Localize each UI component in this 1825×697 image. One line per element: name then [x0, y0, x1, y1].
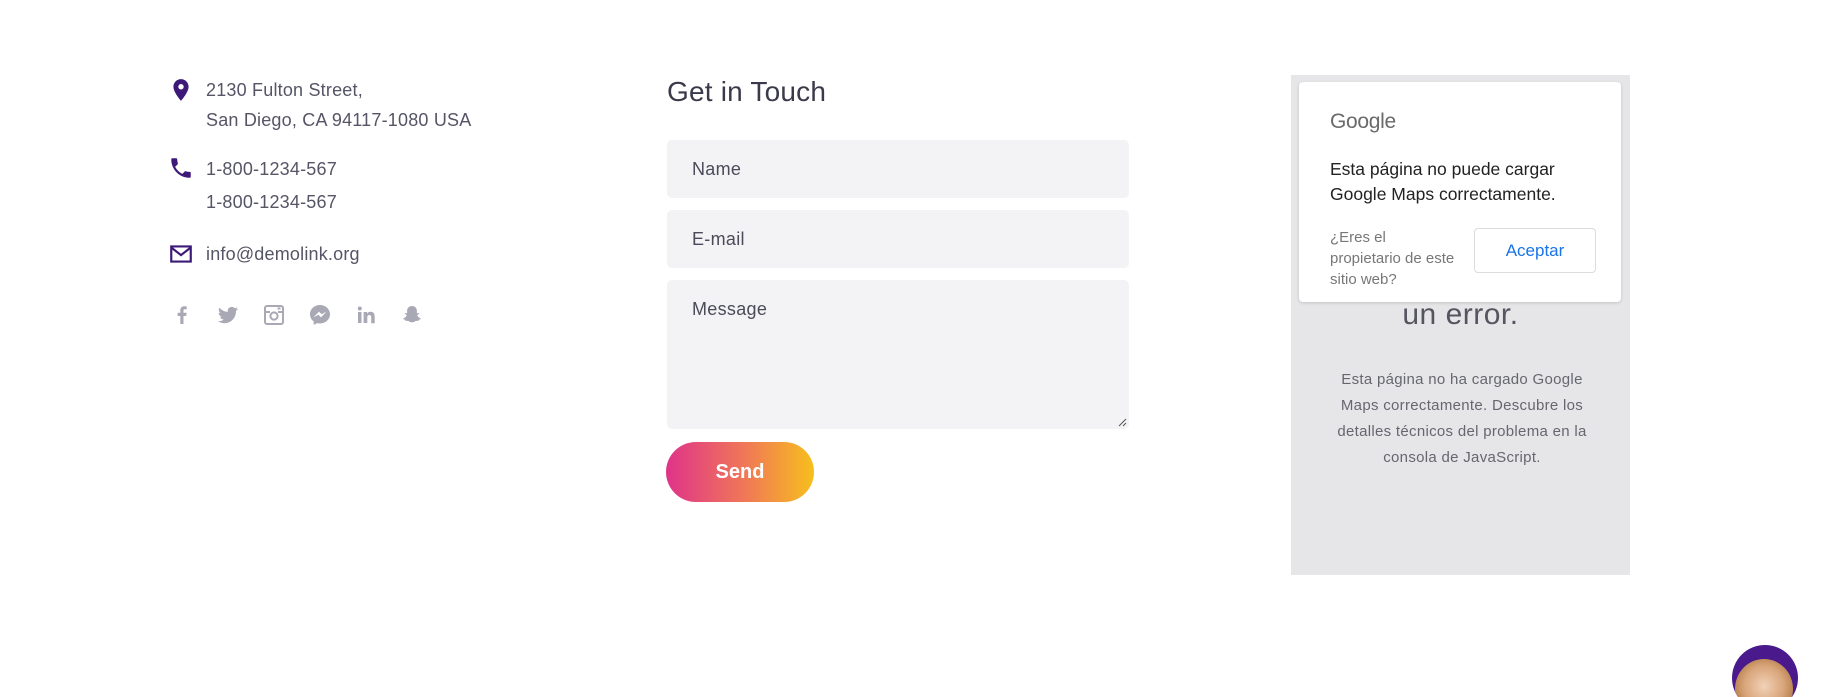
snapchat-icon[interactable] [400, 303, 424, 327]
map-panel: un error. Esta página no ha cargado Goog… [1291, 75, 1630, 575]
google-maps-dialog: Google Esta página no puede cargar Googl… [1299, 82, 1621, 302]
twitter-icon[interactable] [216, 303, 240, 327]
linkedin-icon[interactable] [354, 303, 378, 327]
mail-icon [168, 241, 194, 267]
form-title: Get in Touch [667, 76, 827, 107]
owner-question: ¿Eres el propietario de este sitio web? [1330, 229, 1455, 288]
phone-icon [168, 155, 194, 181]
location-pin-icon [168, 77, 194, 103]
accept-button[interactable]: Aceptar [1474, 228, 1596, 273]
instagram-icon[interactable] [262, 303, 286, 327]
google-logo: Google [1330, 110, 1396, 133]
messenger-icon[interactable] [308, 303, 332, 327]
message-textarea[interactable]: Message [667, 280, 1129, 429]
phone-link-2[interactable]: 1-800-1234-567 [206, 186, 337, 219]
map-error-text: Esta página no ha cargado Google Maps co… [1337, 371, 1587, 466]
map-error-title: un error. [1402, 298, 1519, 331]
resize-handle-icon[interactable] [1118, 418, 1127, 427]
contact-info: 2130 Fulton Street, San Diego, CA 94117-… [168, 75, 588, 327]
chat-avatar[interactable] [1732, 645, 1798, 697]
avatar-photo [1735, 659, 1793, 697]
social-links [170, 303, 588, 327]
email-input[interactable]: E-mail [667, 210, 1129, 268]
email-link[interactable]: info@demolink.org [206, 239, 360, 269]
phone-row: 1-800-1234-567 1-800-1234-567 [168, 153, 588, 219]
email-row: info@demolink.org [168, 239, 588, 269]
contact-form: Get in Touch Name E-mail Message Send [666, 76, 1129, 502]
address-line-2: San Diego, CA 94117-1080 USA [206, 110, 472, 130]
send-button[interactable]: Send [666, 442, 814, 502]
message-placeholder: Message [692, 299, 768, 319]
name-input[interactable]: Name [667, 140, 1129, 198]
facebook-icon[interactable] [170, 303, 194, 327]
phone-link-1[interactable]: 1-800-1234-567 [206, 153, 337, 186]
address-row: 2130 Fulton Street, San Diego, CA 94117-… [168, 75, 588, 135]
dialog-message: Esta página no puede cargar Google Maps … [1330, 159, 1556, 204]
address-line-1: 2130 Fulton Street, [206, 80, 363, 100]
